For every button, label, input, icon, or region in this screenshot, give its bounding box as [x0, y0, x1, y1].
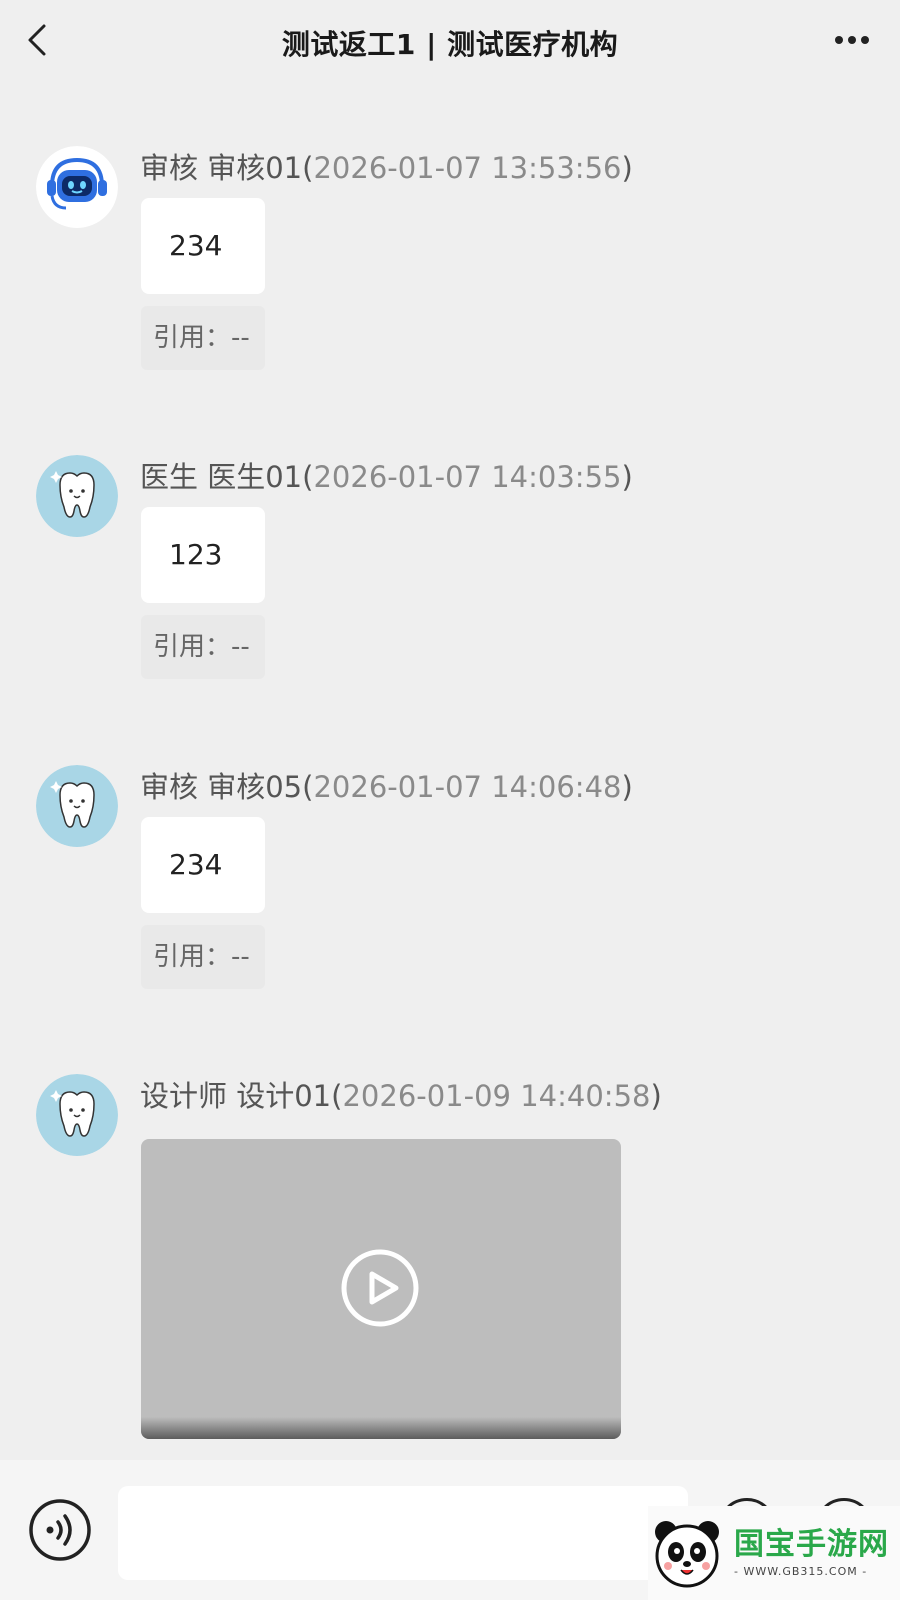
sender-line: 医生 医生01(2026-01-07 14:03:55): [140, 460, 633, 494]
message-time: 2026-01-09 14:40:58: [342, 1079, 651, 1113]
tooth-avatar-icon: [36, 455, 118, 537]
robot-avatar-icon: [36, 146, 118, 228]
sender-line: 审核 审核05(2026-01-07 14:06:48): [140, 770, 633, 804]
sender-role: 审核: [140, 151, 199, 185]
avatar[interactable]: [36, 1074, 118, 1156]
avatar[interactable]: [36, 455, 118, 537]
sender-name: 设计01: [236, 1079, 332, 1113]
sender-name: 医生01: [207, 460, 303, 494]
voice-icon: [29, 1499, 91, 1561]
more-horizontal-icon: [835, 36, 869, 44]
quote-label: 引用：--: [141, 306, 265, 370]
panda-logo-icon: [655, 1521, 719, 1588]
back-button[interactable]: [18, 20, 58, 60]
tooth-avatar-icon: [36, 765, 118, 847]
more-button[interactable]: [830, 20, 874, 60]
video-shade: [141, 1417, 621, 1439]
video-message[interactable]: [141, 1139, 621, 1439]
sender-role: 设计师: [140, 1079, 228, 1113]
sender-role: 医生: [140, 460, 199, 494]
message-input[interactable]: [118, 1486, 688, 1580]
message-bubble[interactable]: 234: [141, 198, 265, 294]
avatar[interactable]: [36, 146, 118, 228]
sender-name: 审核01: [207, 151, 303, 185]
tooth-avatar-icon: [36, 1074, 118, 1156]
chevron-left-icon: [28, 24, 46, 56]
sender-line: 审核 审核01(2026-01-07 13:53:56): [140, 151, 633, 185]
message-bubble[interactable]: 123: [141, 507, 265, 603]
quote-label: 引用：--: [141, 615, 265, 679]
watermark-url: - WWW.GB315.COM -: [734, 1564, 868, 1578]
sender-role: 审核: [140, 770, 199, 804]
message-time: 2026-01-07 13:53:56: [313, 151, 622, 185]
watermark: 国宝手游网 - WWW.GB315.COM -: [648, 1506, 900, 1600]
message-time: 2026-01-07 14:06:48: [313, 770, 622, 804]
sender-name: 审核05: [207, 770, 303, 804]
watermark-text: 国宝手游网 - WWW.GB315.COM -: [734, 1526, 889, 1578]
play-icon[interactable]: [340, 1248, 420, 1328]
page-title: 测试返工1 | 测试医疗机构: [281, 28, 619, 61]
sender-line: 设计师 设计01(2026-01-09 14:40:58): [140, 1079, 662, 1113]
watermark-brand: 国宝手游网: [734, 1526, 889, 1562]
message-time: 2026-01-07 14:03:55: [313, 460, 622, 494]
voice-button[interactable]: [28, 1498, 92, 1562]
message-bubble[interactable]: 234: [141, 817, 265, 913]
header: 测试返工1 | 测试医疗机构: [0, 0, 900, 86]
avatar[interactable]: [36, 765, 118, 847]
quote-label: 引用：--: [141, 925, 265, 989]
